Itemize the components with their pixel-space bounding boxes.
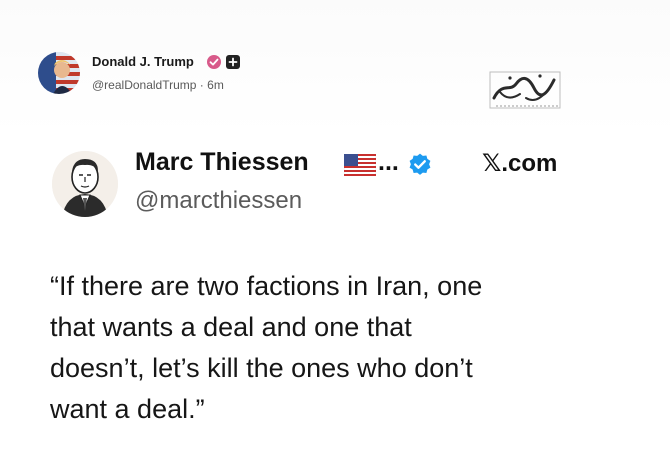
verified-pink-badge-icon [207,55,221,69]
name-truncation: ... [378,148,399,176]
calligraphy-watermark-logo [480,62,568,118]
author-name[interactable]: Donald J. Trump [92,54,194,69]
quote-line: doesn’t, let’s kill the ones who don’t [50,353,473,383]
meta-separator: · [199,78,204,92]
x-com-link[interactable]: 𝕏.com [482,149,557,178]
author-handle-line: @realDonaldTrump · 6m [92,78,224,92]
flag-portrait-avatar-icon [38,52,80,94]
plus-square-badge-icon [226,55,240,69]
post-screenshot: Donald J. Trump @realDonaldTrump · 6m Ma… [0,0,670,452]
quote-line: that wants a deal and one that [50,312,412,342]
tweet-quote-text: “If there are two factions in Iran, one … [50,266,610,430]
author-handle[interactable]: @realDonaldTrump [92,78,196,92]
card-author-avatar[interactable] [52,151,118,217]
post-time[interactable]: 6m [207,78,224,92]
quote-line: want a deal.” [50,394,205,424]
author-badges [206,54,244,70]
author-avatar[interactable] [38,52,80,94]
us-flag-emoji-icon [343,153,377,181]
card-author-name[interactable]: Marc Thiessen [135,148,309,177]
card-author-handle[interactable]: @marcthiessen [135,187,302,215]
sketch-portrait-avatar-icon [52,151,118,217]
quote-line: “If there are two factions in Iran, one [50,271,483,301]
verified-blue-badge-icon [407,152,433,183]
post-header: Donald J. Trump @realDonaldTrump · 6m [38,52,438,100]
